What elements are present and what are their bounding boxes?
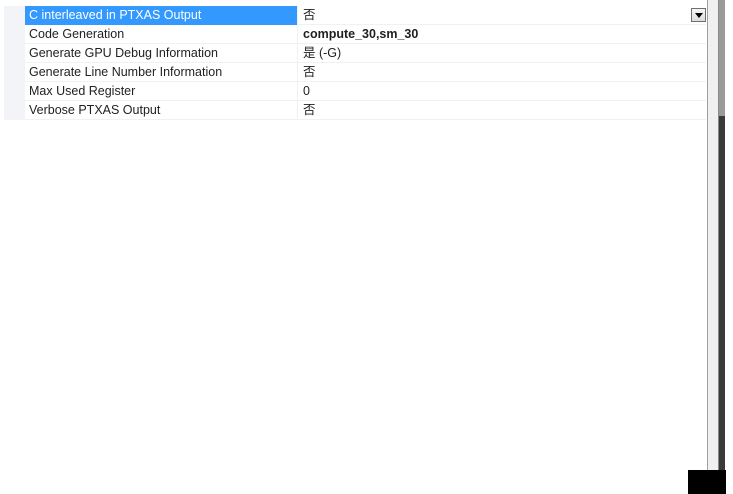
- property-name[interactable]: Generate Line Number Information: [25, 63, 297, 82]
- value-dropdown-button[interactable]: [691, 8, 706, 22]
- property-name[interactable]: Code Generation: [25, 25, 297, 44]
- scrollbar-thumb[interactable]: [719, 116, 725, 470]
- edge-gap: [708, 0, 718, 494]
- window-right-edge: [706, 0, 733, 494]
- row-gutter: [4, 44, 25, 63]
- property-value[interactable]: 是 (-G): [297, 44, 706, 63]
- chevron-down-icon: [695, 13, 703, 18]
- property-value[interactable]: 否: [297, 6, 706, 25]
- property-page: C interleaved in PTXAS Output 否 Code Gen…: [0, 0, 733, 494]
- property-row-line-number-info[interactable]: Generate Line Number Information 否: [4, 63, 706, 82]
- property-value[interactable]: 0: [297, 82, 706, 101]
- row-gutter: [4, 82, 25, 101]
- property-row-max-used-register[interactable]: Max Used Register 0: [4, 82, 706, 101]
- property-value[interactable]: 否: [297, 101, 706, 120]
- property-name[interactable]: Max Used Register: [25, 82, 297, 101]
- property-value[interactable]: compute_30,sm_30: [297, 25, 706, 44]
- corner-block: [688, 470, 726, 494]
- property-name[interactable]: Verbose PTXAS Output: [25, 101, 297, 120]
- property-value[interactable]: 否: [297, 63, 706, 82]
- property-grid: C interleaved in PTXAS Output 否 Code Gen…: [4, 6, 706, 488]
- row-gutter: [4, 101, 25, 120]
- row-gutter: [4, 63, 25, 82]
- row-gutter: [4, 25, 25, 44]
- property-value-text: 否: [303, 8, 316, 22]
- property-row-verbose-ptxas[interactable]: Verbose PTXAS Output 否: [4, 101, 706, 120]
- property-name[interactable]: C interleaved in PTXAS Output: [25, 6, 297, 25]
- property-row-gpu-debug-info[interactable]: Generate GPU Debug Information 是 (-G): [4, 44, 706, 63]
- property-row-c-interleaved[interactable]: C interleaved in PTXAS Output 否: [4, 6, 706, 25]
- row-gutter: [4, 6, 25, 25]
- property-name[interactable]: Generate GPU Debug Information: [25, 44, 297, 63]
- property-row-code-generation[interactable]: Code Generation compute_30,sm_30: [4, 25, 706, 44]
